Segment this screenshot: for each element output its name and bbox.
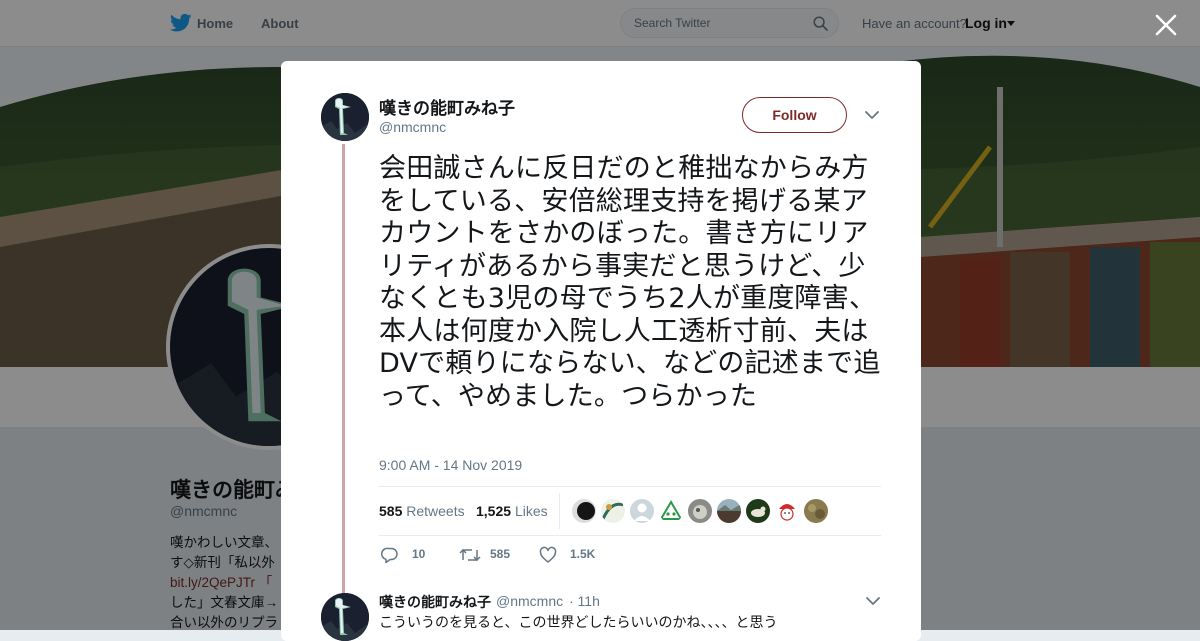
reply-author-avatar[interactable] xyxy=(321,593,369,641)
follow-button[interactable]: Follow xyxy=(742,97,847,133)
retweet-stat-label: Retweets xyxy=(406,503,465,519)
heart-icon xyxy=(539,546,557,563)
retweet-icon xyxy=(459,548,481,562)
like-stat[interactable]: 1,525 Likes xyxy=(476,503,548,519)
stats-divider xyxy=(559,493,560,529)
liker-avatar[interactable] xyxy=(659,499,683,523)
reply-icon xyxy=(381,547,398,564)
reply-timestamp[interactable]: · 11h xyxy=(569,593,600,609)
retweet-button[interactable]: 585 xyxy=(459,545,529,565)
like-action-count: 1.5K xyxy=(570,547,596,561)
author-name[interactable]: 嘆きの能町みね子 xyxy=(379,94,515,119)
tweet-actions: 10 585 1.5K xyxy=(379,545,879,565)
liker-avatar[interactable] xyxy=(688,499,712,523)
reply-tweet-text: こういうのを見ると、この世界どしたらいいのかね、、、、と思う xyxy=(379,615,778,631)
like-stat-label: Likes xyxy=(514,503,548,519)
reply-button[interactable]: 10 xyxy=(381,545,441,565)
retweet-stat[interactable]: 585 Retweets xyxy=(379,503,465,519)
retweet-count: 585 xyxy=(379,503,403,519)
reply-count: 10 xyxy=(412,547,426,561)
thread-line xyxy=(342,144,345,594)
tweet-text: 会田誠さんに反日だのと稚拙なからみ方をしている、安倍総理支持を掲げる某アカウント… xyxy=(379,153,881,412)
liker-avatar[interactable] xyxy=(746,499,770,523)
chevron-down-icon[interactable] xyxy=(865,110,879,120)
tweet-stats: 585 Retweets 1,525 Likes xyxy=(379,486,881,536)
author-handle[interactable]: @nmcmnc xyxy=(379,119,446,135)
liker-avatar[interactable] xyxy=(572,499,596,523)
like-count: 1,525 xyxy=(476,503,512,519)
chevron-down-icon[interactable] xyxy=(866,596,880,606)
liker-avatar[interactable] xyxy=(804,499,828,523)
author-avatar[interactable] xyxy=(321,93,369,141)
reply-author-name[interactable]: 嘆きの能町みね子 xyxy=(379,592,491,612)
liker-avatar[interactable] xyxy=(630,499,654,523)
close-icon[interactable] xyxy=(1153,12,1179,38)
liker-avatar[interactable] xyxy=(717,499,741,523)
liker-avatar[interactable] xyxy=(601,499,625,523)
retweet-action-count: 585 xyxy=(490,547,511,561)
like-button[interactable]: 1.5K xyxy=(539,545,609,565)
tweet-permalink-modal: 嘆きの能町みね子 @nmcmnc Follow 会田誠さんに反日だのと稚拙なから… xyxy=(281,61,921,641)
tweet-timestamp[interactable]: 9:00 AM - 14 Nov 2019 xyxy=(379,457,522,473)
liker-avatar[interactable] xyxy=(775,499,799,523)
reply-author-handle[interactable]: @nmcmnc xyxy=(496,593,563,609)
